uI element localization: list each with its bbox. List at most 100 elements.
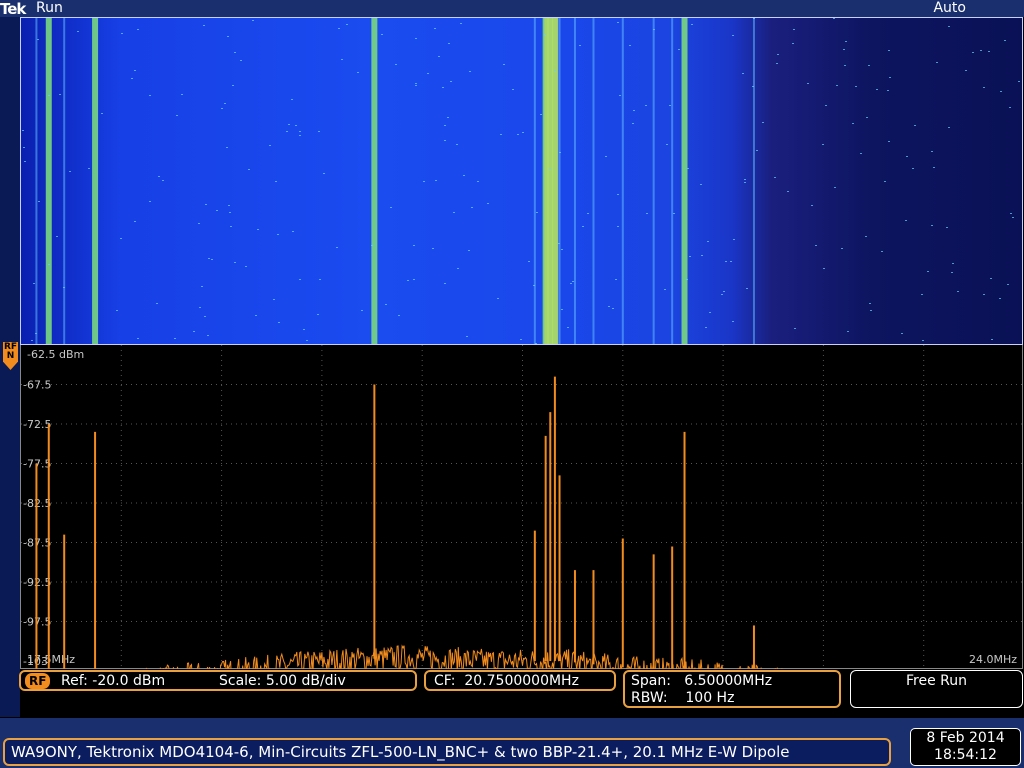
spectrogram-speck [303, 329, 305, 330]
spectrogram-speck [721, 294, 723, 295]
spectrogram-speck [176, 115, 178, 116]
spectrogram-speck [299, 135, 301, 136]
spectrogram-speck [199, 307, 201, 308]
date: 8 Feb 2014 [926, 730, 1005, 746]
spectrogram-speck [544, 34, 546, 35]
spectrogram-speck [77, 31, 79, 32]
spectrogram-speck [48, 95, 50, 96]
spectrogram-speck [257, 229, 259, 230]
spectrogram-speck [983, 294, 985, 295]
screen-annotation[interactable]: WA9ONY, Tektronix MDO4104-6, Min-Circuit… [3, 738, 891, 766]
spectrogram-speck [700, 184, 702, 185]
spectrogram-speck [471, 207, 473, 208]
spectrogram-speck [497, 298, 499, 299]
spectrogram-speck [137, 29, 139, 30]
spectrogram-speck [407, 280, 409, 281]
spectrogram-speck [646, 213, 648, 214]
spectrogram-speck [833, 18, 835, 19]
spectrogram-speck [619, 95, 621, 96]
spectrogram-speck [922, 340, 924, 341]
spectrogram-display[interactable] [20, 17, 1023, 345]
spectrogram-speck [669, 105, 671, 106]
spectrogram-speck [608, 306, 610, 307]
spectrogram-speck [204, 316, 206, 317]
spectrogram-speck [292, 231, 294, 232]
spectrogram-speck [477, 181, 479, 182]
reference-readout[interactable]: RF Ref: -20.0 dBm Scale: 5.00 dB/div [19, 670, 417, 691]
spectrogram-speck [889, 77, 891, 78]
spectrum-trace [145, 644, 783, 669]
spectrogram-speck [291, 99, 293, 100]
spectrogram-speck [24, 161, 26, 162]
spectrogram-speck [203, 25, 205, 26]
spectrogram-speck [762, 122, 764, 123]
trigger-mode[interactable]: Auto [933, 0, 966, 16]
spectrogram-speck [1018, 81, 1020, 82]
spectrogram-speck [517, 134, 519, 135]
spectrogram-speck [912, 168, 914, 169]
spectrogram-speck [633, 110, 635, 111]
spectrogram-speck [881, 251, 883, 252]
spectrogram-speck [705, 327, 707, 328]
spectrum-plot[interactable]: -62.5 dBm 17.5MHz 24.0MHz -67.5-72.5-77.… [20, 345, 1024, 669]
spectrogram-speck [822, 144, 824, 145]
spectrogram-speck [121, 33, 123, 34]
spectrogram-speck [794, 328, 796, 329]
spectrogram-speck [216, 210, 218, 211]
trigger-free-run[interactable]: Free Run [850, 670, 1023, 708]
spectrogram-speck [629, 45, 631, 46]
spectrogram-speck [415, 38, 417, 39]
spectrogram-speck [208, 258, 210, 259]
spectrogram-speck [617, 194, 619, 195]
spectrogram-line [558, 18, 561, 344]
rf-tag: RF [25, 673, 51, 689]
spectrogram-speck [855, 86, 857, 87]
spectrogram-speck [558, 243, 560, 244]
spectrogram-speck [876, 89, 878, 90]
spectrogram-speck [116, 310, 118, 311]
spectrogram-speck [730, 261, 732, 262]
spectrogram-speck [888, 141, 890, 142]
spectrogram-speck [255, 315, 257, 316]
spectrogram-speck [957, 291, 959, 292]
spectrogram-speck [520, 339, 522, 340]
spectrogram-speck [936, 62, 938, 63]
stop-freq-label: 24.0MHz [969, 653, 1017, 666]
spectrogram-speck [965, 70, 967, 71]
spectrogram-speck [221, 108, 223, 109]
spectrogram-speck [742, 73, 744, 74]
span-rbw-readout[interactable]: Span: 6.50000MHz RBW: 100 Hz [623, 670, 841, 708]
spectrogram-speck [921, 294, 923, 295]
spectrogram-speck [432, 248, 434, 249]
spectrogram-speck [22, 130, 24, 131]
spectrogram-speck [35, 333, 37, 334]
spectrogram-line [45, 18, 52, 344]
spectrogram-speck [823, 268, 825, 269]
spectrogram-speck [371, 245, 373, 246]
ref-top-label: -62.5 dBm [27, 348, 84, 361]
spectrogram-speck [787, 191, 789, 192]
spectrogram-speck [888, 50, 890, 51]
spectrogram-speck [852, 123, 854, 124]
spectrogram-speck [227, 36, 229, 37]
spectrogram-speck [841, 248, 843, 249]
spectrogram-speck [701, 255, 703, 256]
spectrogram-speck [554, 70, 556, 71]
spectrogram-speck [395, 64, 397, 65]
spectrogram-line [652, 18, 655, 344]
spectrogram-speck [385, 304, 387, 305]
spectrogram-speck [540, 114, 542, 115]
spectrogram-speck [927, 271, 929, 272]
spectrogram-speck [174, 338, 176, 339]
spectrogram-speck [149, 95, 151, 96]
spectrogram-speck [673, 213, 675, 214]
spectrogram-speck [469, 71, 471, 72]
acquisition-state[interactable]: Run [36, 0, 63, 16]
spectrogram-speck [689, 256, 691, 257]
spectrogram-speck [752, 86, 754, 87]
spectrogram-speck [162, 180, 164, 181]
spectrogram-speck [999, 298, 1001, 299]
center-frequency-readout[interactable]: CF: 20.7500000MHz [424, 670, 616, 691]
spectrogram-speck [59, 94, 61, 95]
spectrogram-speck [319, 279, 321, 280]
